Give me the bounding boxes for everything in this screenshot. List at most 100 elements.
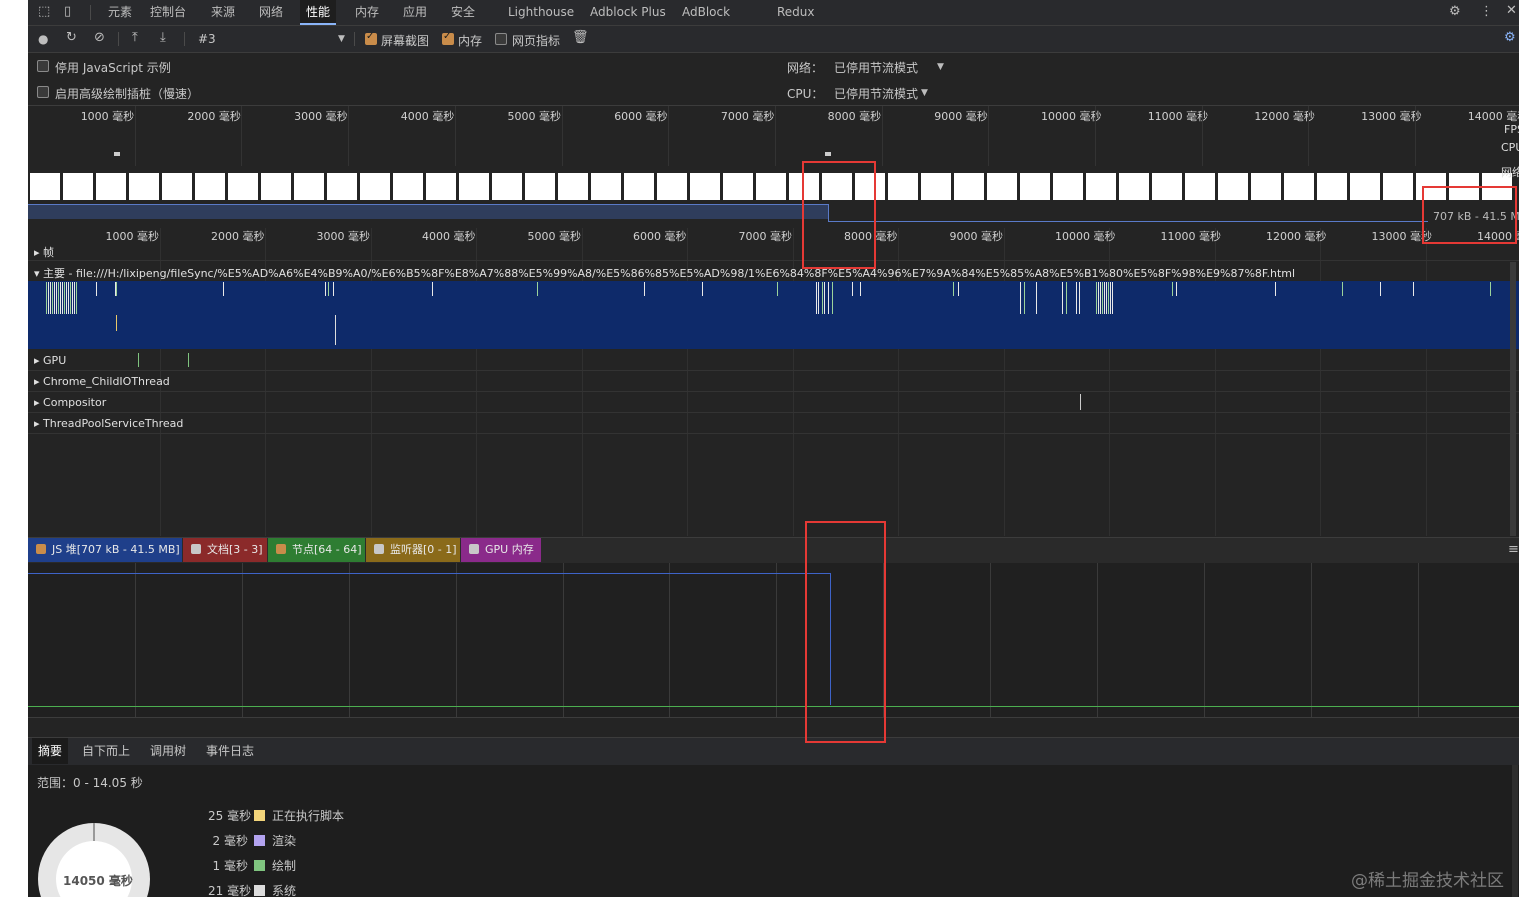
memory-legend-1[interactable]: 文档[3 - 3]	[183, 538, 267, 562]
memory-graph[interactable]	[28, 563, 1519, 718]
memory-legend-4[interactable]: GPU 内存	[461, 538, 541, 562]
gpu-event[interactable]	[188, 353, 189, 367]
details-tab-2[interactable]: 调用树	[144, 738, 192, 764]
main-thread-event[interactable]	[1100, 282, 1101, 314]
tab-3[interactable]: 网络	[253, 0, 289, 25]
main-thread-event[interactable]	[72, 282, 73, 314]
main-thread-event[interactable]	[1102, 282, 1103, 314]
main-thread-event[interactable]	[48, 282, 49, 314]
frames-track[interactable]: ▸ 帧	[28, 242, 1519, 261]
main-thread-event[interactable]	[832, 282, 833, 314]
main-thread-event[interactable]	[62, 282, 63, 314]
main-thread-event[interactable]	[1108, 282, 1109, 314]
memory-legend-2[interactable]: 节点[64 - 64]	[268, 538, 365, 562]
screenshot-thumbnail[interactable]	[1383, 173, 1413, 200]
main-thread-event[interactable]	[818, 282, 819, 314]
screenshot-thumbnail[interactable]	[360, 173, 390, 200]
tab-11[interactable]: Redux	[771, 0, 821, 25]
memory-legend-checkbox[interactable]	[36, 544, 46, 554]
main-thread-event[interactable]	[1096, 282, 1097, 314]
tab-9[interactable]: Adblock Plus	[584, 0, 672, 25]
screenshot-thumbnail[interactable]	[426, 173, 456, 200]
screenshot-thumbnail[interactable]	[525, 173, 555, 200]
main-thread-event[interactable]	[74, 282, 75, 314]
screenshot-thumbnail[interactable]	[921, 173, 951, 200]
main-thread-event[interactable]	[432, 282, 433, 296]
screenshot-thumbnail[interactable]	[987, 173, 1017, 200]
tab-0[interactable]: 元素	[102, 0, 138, 25]
main-thread-event[interactable]	[828, 282, 829, 314]
download-icon[interactable]: ⤓	[160, 31, 166, 45]
main-thread-event[interactable]	[852, 282, 853, 296]
memory-legend-checkbox[interactable]	[469, 544, 479, 554]
main-thread-event[interactable]	[335, 315, 336, 345]
tab-6[interactable]: 应用	[397, 0, 433, 25]
main-thread-event[interactable]	[1066, 282, 1067, 314]
main-thread-event[interactable]	[1176, 282, 1177, 296]
details-tab-3[interactable]: 事件日志	[200, 738, 260, 764]
close-icon[interactable]: ✕	[1506, 4, 1517, 18]
main-thread-event[interactable]	[50, 282, 51, 314]
screenshot-thumbnail[interactable]	[327, 173, 357, 200]
main-thread-event[interactable]	[1024, 282, 1025, 314]
details-tab-1[interactable]: 自下而上	[76, 738, 136, 764]
tab-10[interactable]: AdBlock	[676, 0, 736, 25]
main-thread-flamechart[interactable]	[28, 281, 1519, 349]
main-thread-event[interactable]	[1490, 282, 1491, 296]
screenshot-thumbnail[interactable]	[888, 173, 918, 200]
main-thread-event[interactable]	[96, 282, 97, 296]
main-thread-header[interactable]: ▾ 主要 - file:///H:/lixipeng/fileSync/%E5%…	[28, 262, 1519, 280]
more-menu-icon[interactable]: ⋮	[1480, 5, 1493, 19]
gear-icon[interactable]: ⚙	[1449, 5, 1461, 19]
main-thread-event[interactable]	[333, 282, 334, 296]
main-thread-event[interactable]	[46, 282, 47, 314]
disable-js-samples-checkbox[interactable]	[37, 60, 49, 72]
screenshot-thumbnail[interactable]	[1152, 173, 1182, 200]
main-thread-event[interactable]	[1104, 282, 1105, 314]
screenshot-thumbnail[interactable]	[558, 173, 588, 200]
upload-icon[interactable]: ⤒	[132, 31, 138, 45]
main-thread-event[interactable]	[76, 282, 77, 314]
main-thread-event[interactable]	[953, 282, 954, 296]
compositor-event[interactable]	[1080, 394, 1081, 410]
main-thread-event[interactable]	[1020, 282, 1021, 314]
main-thread-event[interactable]	[56, 282, 57, 314]
tab-1[interactable]: 控制台	[144, 0, 192, 25]
screenshot-thumbnail[interactable]	[492, 173, 522, 200]
web-vitals-checkbox[interactable]	[495, 33, 507, 45]
screenshot-thumbnail[interactable]	[1251, 173, 1281, 200]
main-thread-event[interactable]	[777, 282, 778, 296]
network-throttle-select[interactable]: 已停用节流模式	[834, 59, 918, 76]
screenshot-thumbnail[interactable]	[1086, 173, 1116, 200]
profile-select[interactable]: #3	[198, 32, 216, 46]
gpu-event[interactable]	[138, 353, 139, 367]
main-thread-event[interactable]	[52, 282, 53, 314]
main-thread-event[interactable]	[54, 282, 55, 314]
clear-icon[interactable]: ⊘	[94, 31, 105, 45]
tab-2[interactable]: 来源	[205, 0, 241, 25]
main-thread-event[interactable]	[116, 315, 117, 331]
main-thread-event[interactable]	[1342, 282, 1343, 296]
main-thread-event[interactable]	[328, 282, 329, 296]
main-thread-event[interactable]	[68, 282, 69, 314]
details-tab-0[interactable]: 摘要	[32, 738, 69, 764]
screenshot-thumbnail[interactable]	[195, 173, 225, 200]
main-thread-event[interactable]	[1106, 282, 1107, 314]
screenshot-thumbnail[interactable]	[657, 173, 687, 200]
paint-instrumentation-checkbox[interactable]	[37, 86, 49, 98]
chevron-down-icon[interactable]: ▼	[921, 86, 928, 100]
screenshot-thumbnail[interactable]	[30, 173, 60, 200]
main-thread-event[interactable]	[325, 282, 326, 296]
screenshot-thumbnail[interactable]	[1185, 173, 1215, 200]
main-thread-event[interactable]	[1079, 282, 1080, 314]
main-thread-event[interactable]	[1036, 282, 1037, 314]
screenshot-thumbnail[interactable]	[294, 173, 324, 200]
screenshot-thumbnail[interactable]	[1284, 173, 1314, 200]
device-toolbar-icon[interactable]: ▯	[64, 5, 71, 19]
main-thread-event[interactable]	[1062, 282, 1063, 314]
thread-pool-track[interactable]: ▸ ThreadPoolServiceThread	[28, 413, 1519, 434]
main-thread-event[interactable]	[1275, 282, 1276, 296]
main-thread-event[interactable]	[644, 282, 645, 296]
main-thread-event[interactable]	[1112, 282, 1113, 314]
chevron-down-icon[interactable]: ▼	[338, 32, 345, 46]
